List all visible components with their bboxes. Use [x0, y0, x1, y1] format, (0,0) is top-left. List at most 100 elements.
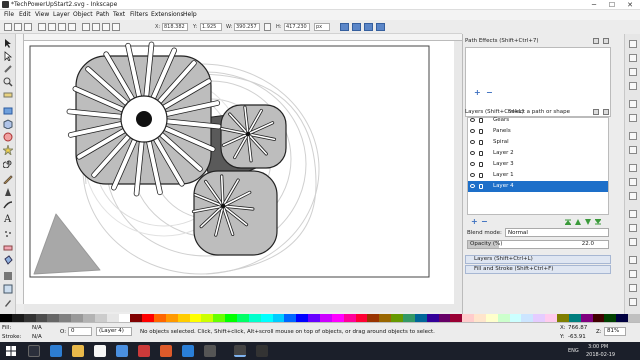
undo-icon[interactable]: [629, 132, 637, 140]
palette-swatch[interactable]: [225, 314, 238, 322]
y-input[interactable]: 1.925: [200, 23, 222, 31]
palette-swatch[interactable]: [367, 314, 380, 322]
visibility-eye-icon[interactable]: [470, 184, 475, 188]
palette-swatch[interactable]: [355, 314, 368, 322]
visibility-eye-icon[interactable]: [470, 118, 475, 122]
palette-swatch[interactable]: [260, 314, 273, 322]
remove-layer-button[interactable]: −: [481, 218, 488, 226]
palette-swatch[interactable]: [248, 314, 261, 322]
lower-to-bottom-icon[interactable]: [112, 23, 120, 31]
layer-row-spiral[interactable]: Spiral: [468, 137, 608, 148]
palette-swatch[interactable]: [296, 314, 309, 322]
lock-icon[interactable]: [479, 173, 483, 178]
palette-swatch[interactable]: [485, 314, 498, 322]
visibility-eye-icon[interactable]: [470, 162, 475, 166]
file-explorer-icon[interactable]: [72, 345, 84, 357]
group-icon[interactable]: [629, 284, 637, 292]
scale-stroke-icon[interactable]: [340, 23, 349, 31]
dock-iconify-icon[interactable]: [593, 38, 599, 44]
remove-path-effect-button[interactable]: −: [486, 88, 493, 97]
palette-swatch[interactable]: [130, 314, 143, 322]
inkscape-taskbar-icon[interactable]: [234, 345, 246, 357]
select-all-icon[interactable]: [4, 23, 12, 31]
palette-swatch[interactable]: [545, 314, 558, 322]
horizontal-scrollbar[interactable]: [24, 304, 462, 312]
spiral-tool-icon[interactable]: [3, 158, 13, 168]
minimize-button[interactable]: ─: [585, 0, 603, 10]
rotate-ccw-icon[interactable]: [38, 23, 46, 31]
h-input[interactable]: 417.230: [284, 23, 310, 31]
palette-swatch[interactable]: [272, 314, 285, 322]
deselect-icon[interactable]: [24, 23, 32, 31]
zoom-page-icon[interactable]: [629, 238, 637, 246]
gradient-tool-icon[interactable]: [3, 271, 13, 281]
palette-swatch[interactable]: [23, 314, 36, 322]
open-icon[interactable]: [629, 54, 637, 62]
lock-icon[interactable]: [479, 184, 483, 189]
palette-swatch[interactable]: [189, 314, 202, 322]
node-tool-icon[interactable]: [3, 51, 13, 61]
palette-swatch[interactable]: [11, 314, 24, 322]
mesh-tool-icon[interactable]: [3, 284, 13, 294]
copy-icon[interactable]: [629, 164, 637, 172]
menu-file[interactable]: File: [4, 11, 14, 18]
fill-stroke-dock-tab[interactable]: Fill and Stroke (Shift+Ctrl+F): [465, 265, 611, 274]
layer-lower-icon[interactable]: [585, 219, 591, 225]
palette-swatch[interactable]: [426, 314, 439, 322]
layer-row-gears[interactable]: Gears: [468, 115, 608, 126]
palette-swatch[interactable]: [592, 314, 605, 322]
lock-icon[interactable]: [479, 162, 483, 167]
palette-swatch[interactable]: [604, 314, 617, 322]
rectangle-tool-icon[interactable]: [3, 106, 13, 116]
clock-time[interactable]: 3:00 PM: [588, 344, 608, 350]
current-layer-select[interactable]: (Layer 4): [96, 327, 132, 336]
palette-swatch[interactable]: [142, 314, 155, 322]
zoom-input[interactable]: 81%: [604, 327, 626, 336]
add-layer-button[interactable]: +: [471, 218, 478, 226]
eraser-tool-icon[interactable]: [3, 242, 13, 252]
app-icon[interactable]: [204, 345, 216, 357]
palette-swatch[interactable]: [308, 314, 320, 322]
drawing-canvas[interactable]: [16, 34, 462, 304]
export-icon[interactable]: [629, 114, 637, 122]
zoom-tool-icon[interactable]: [3, 77, 13, 87]
ellipse-tool-icon[interactable]: [3, 132, 13, 142]
select-all-layers-icon[interactable]: [14, 23, 22, 31]
palette-swatch[interactable]: [402, 314, 415, 322]
palette-swatch[interactable]: [82, 314, 95, 322]
box3d-tool-icon[interactable]: [3, 119, 13, 129]
palette-swatch[interactable]: [106, 314, 119, 322]
layers-dock-tab[interactable]: Layers (Shift+Ctrl+L): [465, 255, 611, 264]
layer-raise-icon[interactable]: [575, 219, 581, 225]
lock-icon[interactable]: [479, 151, 483, 156]
dropbox-icon[interactable]: [116, 345, 128, 357]
zoom-drawing-icon[interactable]: [629, 224, 637, 232]
visibility-eye-icon[interactable]: [470, 173, 475, 177]
flip-vertical-icon[interactable]: [68, 23, 76, 31]
palette-swatch[interactable]: [391, 314, 403, 322]
palette-swatch[interactable]: [177, 314, 190, 322]
menu-layer[interactable]: Layer: [53, 11, 70, 18]
visibility-eye-icon[interactable]: [470, 129, 475, 133]
palette-swatch[interactable]: [497, 314, 510, 322]
visibility-eye-icon[interactable]: [470, 140, 475, 144]
paste-icon[interactable]: [629, 192, 637, 200]
palette-swatch[interactable]: [414, 314, 427, 322]
layer-row-layer-3[interactable]: Layer 3: [468, 159, 608, 170]
palette-swatch[interactable]: [568, 314, 581, 322]
store-icon[interactable]: [94, 345, 106, 357]
layer-row-layer-1[interactable]: Layer 1: [468, 170, 608, 181]
palette-swatch[interactable]: [237, 314, 249, 322]
cut-icon[interactable]: [629, 178, 637, 186]
pen-tool-icon[interactable]: [3, 187, 13, 197]
palette-swatch[interactable]: [343, 314, 356, 322]
palette-swatch[interactable]: [580, 314, 593, 322]
x-input[interactable]: 818.382: [162, 23, 188, 31]
raise-to-top-icon[interactable]: [82, 23, 90, 31]
palette-swatch[interactable]: [59, 314, 72, 322]
scale-corners-icon[interactable]: [352, 23, 361, 31]
palette-swatch[interactable]: [47, 314, 60, 322]
tweak-tool-icon[interactable]: [3, 64, 13, 74]
palette-swatch[interactable]: [521, 314, 534, 322]
text-tool-icon[interactable]: A: [3, 213, 13, 223]
